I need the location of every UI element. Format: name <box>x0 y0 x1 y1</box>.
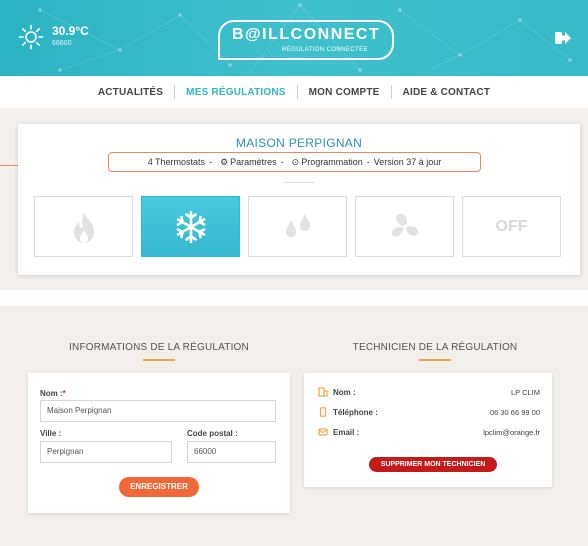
technician-card: Nom : LP CLIM Téléphone : 06 30 66 99 00… <box>304 373 552 487</box>
temperature-readout: 30.9°C 66600 <box>52 25 89 50</box>
thermostat-count[interactable]: 4 Thermostats <box>148 157 205 167</box>
programmation-link[interactable]: Programmation <box>301 157 363 167</box>
save-button[interactable]: ENREGISTRER <box>119 477 199 497</box>
mode-heat-button[interactable] <box>34 196 133 257</box>
off-label: OFF <box>495 217 528 235</box>
version-status: Version 37 à jour <box>373 157 442 167</box>
nom-input[interactable]: Maison Perpignan <box>40 400 276 422</box>
nav-item-actualites[interactable]: ACTUALITÉS <box>87 87 174 98</box>
weather-zip: 66600 <box>52 39 72 47</box>
ville-field-label: Ville : <box>40 429 62 438</box>
summary-separator: - <box>280 157 284 167</box>
flame-icon <box>73 211 94 243</box>
parametres-link[interactable]: Paramètres <box>230 157 277 167</box>
nav-item-mon-compte[interactable]: MON COMPTE <box>298 87 391 98</box>
info-section-title: INFORMATIONS DE LA RÉGULATION <box>69 342 249 353</box>
phone-icon <box>318 407 328 417</box>
ville-input[interactable]: Perpignan <box>40 441 172 463</box>
snowflake-icon <box>176 210 205 243</box>
tech-phone-row: Téléphone : 06 30 66 99 00 <box>318 407 540 417</box>
tech-name-label: Nom : <box>333 387 356 397</box>
brand-name: B@ILLCONNECT <box>232 26 381 43</box>
droplets-icon <box>285 213 310 237</box>
app-header: 30.9°C 66600 B@ILLCONNECT RÉGULATION CON… <box>0 0 588 76</box>
regulation-info-form: Nom :* Maison Perpignan Ville : Perpigna… <box>28 373 290 513</box>
building-icon <box>318 387 328 397</box>
gear-icon: ⚙ <box>220 156 229 167</box>
tech-phone-label: Téléphone : <box>333 407 378 417</box>
summary-separator: - <box>209 157 213 167</box>
delete-technician-button[interactable]: SUPPRIMER MON TECHNICIEN <box>369 457 497 472</box>
mode-selector: OFF <box>34 196 561 257</box>
tech-section-title: TECHNICIEN DE LA RÉGULATION <box>352 342 518 353</box>
nom-label-text: Nom : <box>40 389 63 398</box>
email-icon <box>318 427 328 437</box>
tech-email-label: Email : <box>333 427 360 437</box>
sun-icon <box>18 24 44 50</box>
brand-logo[interactable]: B@ILLCONNECT RÉGULATION CONNECTÉE <box>218 20 394 60</box>
code-postal-input[interactable]: 66000 <box>187 441 276 463</box>
mode-fan-button[interactable] <box>355 196 454 257</box>
tech-phone-value: 06 30 66 99 00 <box>489 407 540 417</box>
logout-icon[interactable] <box>554 29 572 47</box>
nom-field-label: Nom :* <box>40 389 66 398</box>
nav-item-mes-regulations[interactable]: MES RÉGULATIONS <box>175 87 296 98</box>
regulation-name: MAISON PERPIGNAN <box>235 136 363 150</box>
tech-email-row: Email : lpclim@orange.fr <box>318 427 540 437</box>
tech-title-underline <box>419 359 451 361</box>
required-mark: * <box>62 389 66 398</box>
weather-widget: 30.9°C 66600 <box>18 24 89 50</box>
clock-icon: ⊙ <box>291 156 300 167</box>
mode-dry-button[interactable] <box>248 196 347 257</box>
fan-icon <box>391 213 418 237</box>
brand-subtitle: RÉGULATION CONNECTÉE <box>282 47 368 53</box>
regulation-summary: 4 Thermostats - ⚙ Paramètres - ⊙ Program… <box>108 152 481 172</box>
summary-separator: - <box>366 157 370 167</box>
mode-off-button[interactable]: OFF <box>462 196 561 257</box>
regulation-card: MAISON PERPIGNAN 4 Thermostats - ⚙ Param… <box>18 124 580 275</box>
tech-email-value[interactable]: lpclim@orange.fr <box>483 428 540 437</box>
nav-item-aide-contact[interactable]: AIDE & CONTACT <box>392 87 502 98</box>
code-postal-label: Code postal : <box>187 429 238 438</box>
title-divider <box>284 182 314 183</box>
main-nav: ACTUALITÉS MES RÉGULATIONS MON COMPTE AI… <box>0 76 588 108</box>
mode-cool-button[interactable] <box>141 196 240 257</box>
tech-name-row: Nom : LP CLIM <box>318 387 540 397</box>
temperature-value: 30.9°C <box>52 23 89 38</box>
tech-name-value: LP CLIM <box>510 387 540 397</box>
info-title-underline <box>143 359 175 361</box>
